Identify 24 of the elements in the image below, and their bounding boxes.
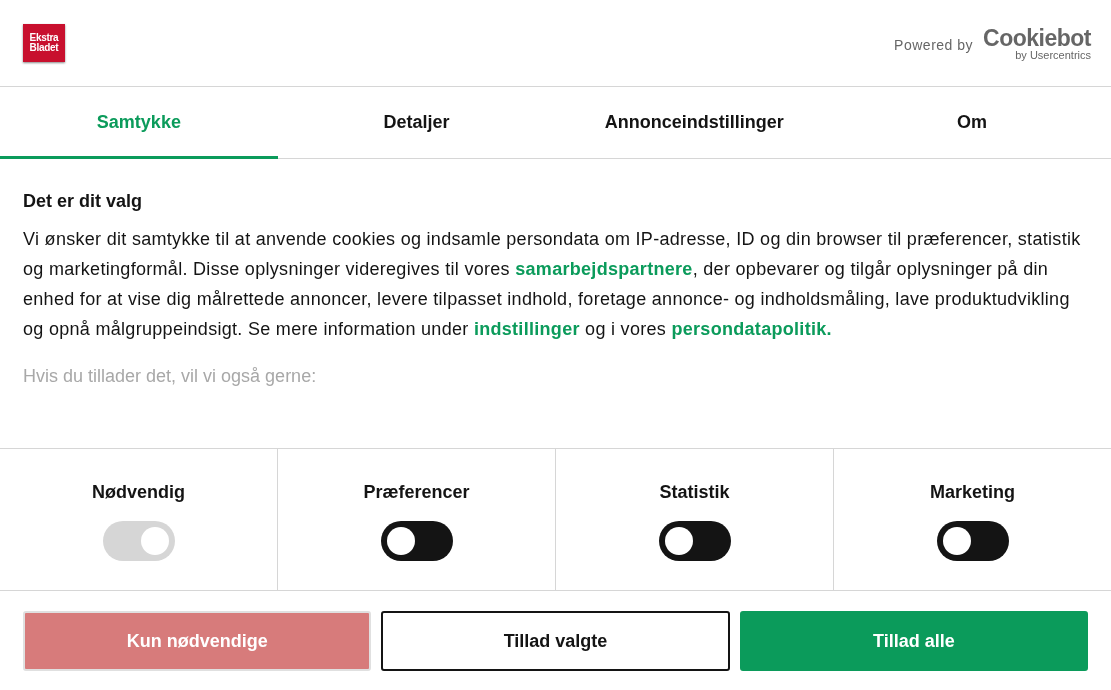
consent-paragraph: Vi ønsker dit samtykke til at anvende cookies og indsamle persondata om IP-adresse, ID og din browser til præferencer, statistik og marketingformål. Disse oplysninger videregives til vores samarbejdspartnere, der opbevarer og tilgår oplysninger på din enhed for at vise dig målrettede annoncer, levere tilpasset indhold, foretage annonce- og indholdsmåling, lave produktudvikling og opnå målgruppeindsigt. Se mere information under indstillinger og i vores persondatapolitik. — [23, 228, 1082, 341]
category-label: Statistik — [659, 482, 730, 503]
faded-text: Hvis du tillader det, vil vi også gerne: — [23, 366, 318, 387]
decline-button[interactable]: Kun nødvendige — [23, 611, 372, 671]
brand-name: Cookiebot — [983, 25, 1091, 50]
heading: Det er dit valg — [23, 191, 144, 212]
category-label: Nødvendig — [92, 482, 185, 503]
toggle-switch[interactable] — [380, 521, 453, 561]
tab[interactable]: Detaljer — [277, 87, 556, 159]
powered-by-text: Powered by — [894, 37, 974, 53]
tab[interactable]: Om — [833, 87, 1111, 159]
brand-subtitle: by Usercentrics — [1015, 49, 1091, 61]
toggle-switch[interactable] — [658, 521, 731, 561]
link[interactable]: samarbejdspartnere — [515, 259, 693, 279]
tab[interactable]: Samtykke — [0, 87, 278, 159]
accept-button[interactable]: Tillad alle — [739, 611, 1088, 671]
link[interactable]: persondatapolitik. — [671, 319, 832, 339]
category-label: Marketing — [930, 482, 1015, 503]
toggle-switch[interactable] — [936, 521, 1009, 561]
category-label: Præferencer — [363, 482, 470, 503]
selection-button[interactable]: Tillad valgte — [381, 611, 730, 671]
logo: Ekstra Bladet — [23, 24, 65, 62]
link[interactable]: indstillinger — [473, 319, 580, 339]
tab[interactable]: Annonceindstillinger — [555, 87, 834, 159]
